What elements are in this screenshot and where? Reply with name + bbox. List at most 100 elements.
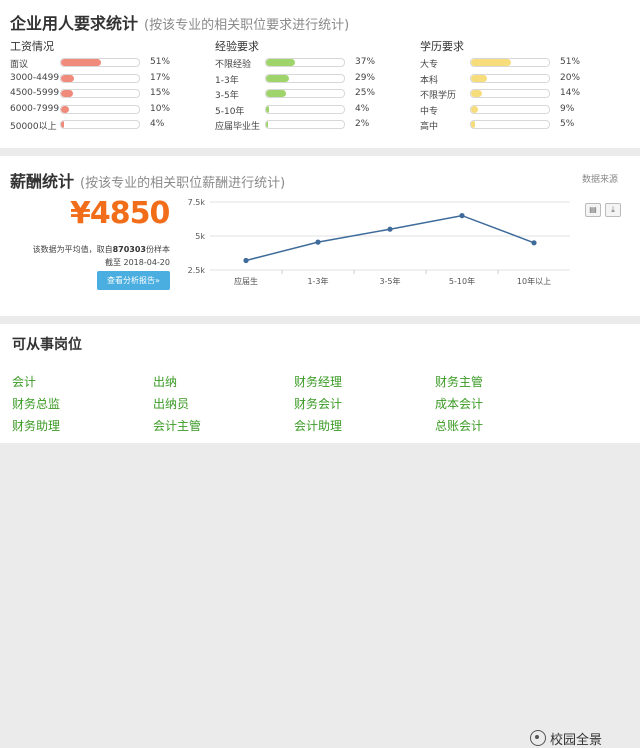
row-percent: 51% — [150, 57, 171, 67]
progress-bar — [470, 73, 550, 83]
progress-fill — [266, 121, 268, 128]
row-percent: 51% — [560, 57, 581, 67]
progress-fill — [471, 90, 482, 97]
x-tick-label: 10年以上 — [517, 276, 551, 286]
job-link[interactable]: 出纳 — [153, 373, 177, 390]
progress-fill — [61, 90, 73, 97]
salary-title-text: 薪酬统计 — [10, 172, 75, 191]
row-percent: 10% — [150, 103, 171, 114]
column-heading: 学历要求 — [420, 40, 464, 53]
progress-bar — [60, 120, 140, 129]
sample-count: 870303 — [112, 245, 146, 254]
job-link[interactable]: 财务主管 — [435, 373, 483, 390]
requirement-row: 5-10年 4% — [215, 102, 415, 118]
row-percent: 2% — [355, 119, 370, 129]
progress-bar — [470, 104, 550, 114]
requirements-panel: 企业用人要求统计 (按该专业的相关职位要求进行统计) 工资情况 面议 51% 3000-… — [0, 0, 640, 148]
row-percent: 37% — [355, 57, 376, 67]
job-link[interactable]: 出纳员 — [153, 395, 189, 412]
requirement-row: 面议 51% — [10, 55, 210, 71]
row-percent: 9% — [560, 103, 575, 114]
row-label: 3000-4499 — [10, 72, 60, 83]
progress-fill — [471, 105, 479, 113]
column-heading: 经验要求 — [215, 40, 259, 53]
requirement-column: 工资情况 面议 51% 3000-4499 17% 4500-5999 15% 6000-79… — [10, 38, 210, 133]
progress-fill — [471, 121, 475, 128]
data-point — [243, 257, 249, 264]
row-label: 3-5年 — [215, 91, 239, 101]
watermark: 校园全景 — [530, 729, 602, 748]
requirement-row: 3000-4499 17% — [10, 71, 210, 87]
job-link[interactable]: 财务经理 — [294, 373, 342, 390]
salary-note: 该数据为平均值，取自870303份样本 — [10, 244, 170, 255]
requirement-row: 6000-7999 10% — [10, 102, 210, 118]
requirement-row: 中专 9% — [420, 102, 620, 118]
row-label: 中专 — [420, 106, 439, 117]
y-tick-label: 2.5k — [188, 266, 206, 275]
salary-date: 截至 2018-04-20 — [104, 258, 170, 267]
requirement-row: 不限经验 37% — [215, 55, 415, 71]
progress-fill — [266, 105, 270, 113]
average-salary: ¥4850 — [70, 196, 170, 231]
watermark-text: 校园全景 — [550, 733, 603, 748]
y-tick-label: 5k — [195, 232, 205, 241]
progress-fill — [61, 121, 65, 128]
row-percent: 20% — [560, 72, 581, 83]
salary-series-line — [245, 214, 535, 262]
row-percent: 25% — [355, 88, 376, 98]
row-percent: 15% — [150, 88, 171, 98]
progress-fill — [471, 74, 487, 82]
requirements-title-text: 企业用人要求统计 — [10, 14, 139, 33]
x-tick-label: 3-5年 — [379, 276, 400, 286]
jobs-panel: 可从事岗位 会计 出纳 财务经理 财务主管 财务总监 出纳员 财务会计 成本会计 财务助理 会计主… — [0, 324, 640, 748]
progress-fill — [266, 59, 295, 66]
salary-line-chart: 7.5k 5k 2.5k 应届生 1-3年 3-5年 5-10年 10年以上 — [188, 198, 570, 286]
data-source-link[interactable]: 数据来源 — [582, 172, 618, 185]
salary-panel: 薪酬统计 (按该专业的相关职位薪酬进行统计) 数据来源 ¥4850 该数据为平均值… — [0, 156, 640, 316]
requirement-row: 50000以上 4% — [10, 117, 210, 133]
job-link[interactable]: 会计主管 — [153, 417, 201, 434]
x-tick-label: 5-10年 — [449, 276, 475, 286]
data-point — [459, 213, 465, 219]
requirement-row: 3-5年 25% — [215, 86, 415, 102]
progress-bar — [265, 104, 345, 114]
row-label: 5-10年 — [215, 106, 245, 117]
requirement-row: 4500-5999 15% — [10, 86, 210, 102]
row-percent: 4% — [355, 103, 370, 114]
row-percent: 29% — [355, 72, 376, 83]
y-tick-label: 7.5k — [188, 198, 206, 207]
progress-bar — [60, 89, 140, 98]
row-label: 4500-5999 — [10, 88, 60, 98]
job-link[interactable]: 会计助理 — [294, 417, 342, 434]
job-link[interactable]: 会计 — [12, 373, 36, 390]
progress-bar — [265, 89, 345, 98]
progress-fill — [266, 90, 286, 97]
progress-fill — [266, 74, 289, 82]
row-percent: 5% — [560, 119, 575, 129]
print-icon[interactable]: ▤ — [585, 203, 601, 217]
job-link[interactable]: 成本会计 — [435, 395, 483, 412]
row-label: 1-3年 — [215, 75, 239, 86]
progress-bar — [60, 104, 140, 114]
progress-bar — [265, 73, 345, 83]
row-label: 本科 — [420, 75, 439, 86]
row-percent: 4% — [150, 119, 165, 129]
row-label: 应届毕业生 — [215, 122, 261, 132]
job-link[interactable]: 财务总监 — [12, 395, 60, 412]
salary-note-suffix: 份样本 — [146, 245, 170, 254]
data-point — [387, 226, 393, 232]
requirement-column: 经验要求不限经验 37% 1-3年 29% 3-5年 25% 5-10年 4% 应届毕业生 2% — [215, 38, 415, 133]
requirements-title: 企业用人要求统计 (按该专业的相关职位要求进行统计) — [10, 10, 349, 34]
requirement-row: 1-3年 29% — [215, 71, 415, 87]
job-link[interactable]: 财务会计 — [294, 395, 342, 412]
data-point — [531, 240, 537, 246]
requirement-row: 高中 5% — [420, 117, 620, 133]
job-link[interactable]: 总账会计 — [435, 417, 483, 434]
progress-bar — [265, 58, 345, 67]
row-label: 不限经验 — [215, 60, 252, 70]
download-icon[interactable]: ⤓ — [605, 203, 621, 217]
job-link[interactable]: 财务助理 — [12, 417, 60, 434]
progress-fill — [61, 59, 101, 66]
view-report-button[interactable]: 查看分析报告» — [97, 271, 170, 290]
progress-bar — [60, 73, 140, 83]
